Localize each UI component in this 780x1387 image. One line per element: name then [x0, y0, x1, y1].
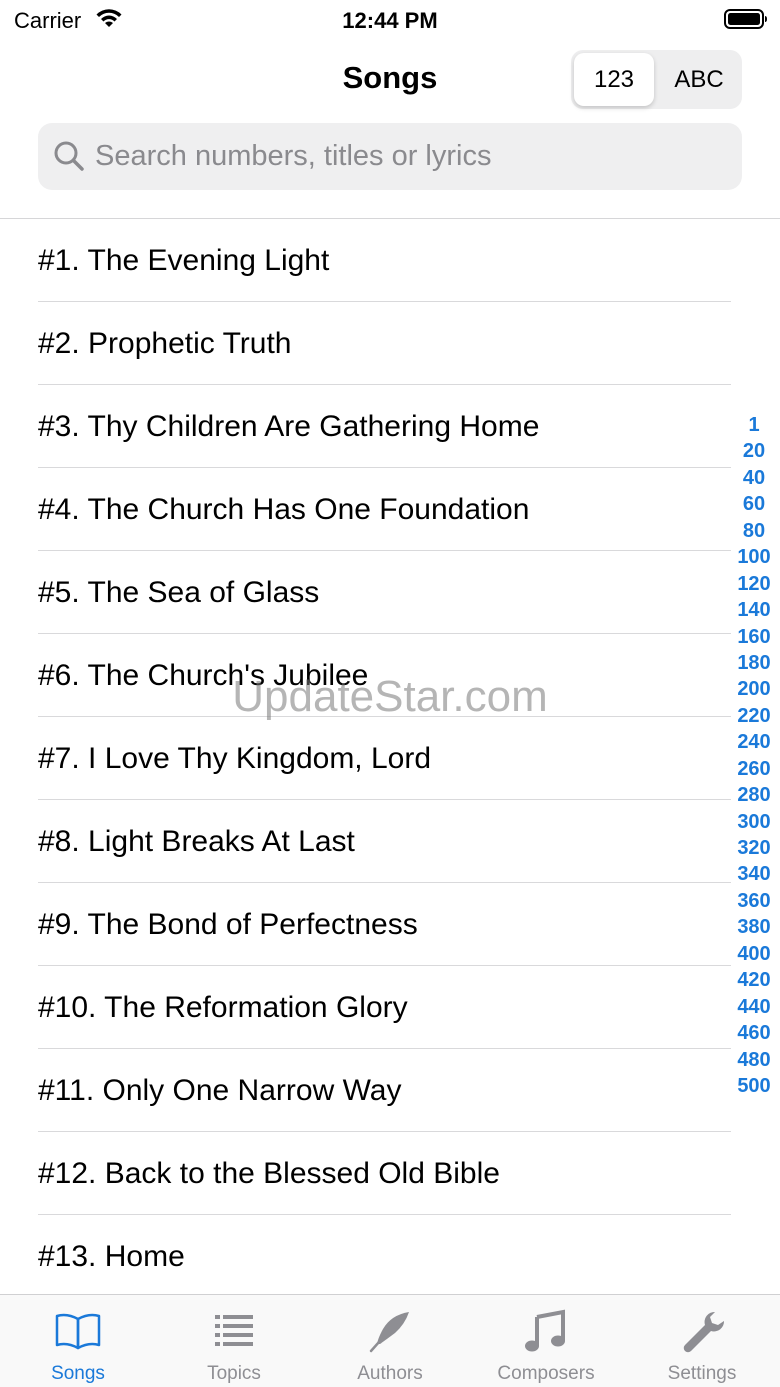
song-row[interactable]: #13. Home	[0, 1215, 740, 1294]
section-index[interactable]: 1 20 40 60 80 100 120 140 160 180 200 220 240 260 280 3…	[728, 412, 780, 1099]
song-title: #5. The Sea of Glass	[38, 576, 320, 609]
tab-bar: Songs Topics Authors Composers Settings	[0, 1294, 780, 1387]
tab-settings-label: Settings	[667, 1363, 737, 1384]
song-title: #1. The Evening Light	[38, 244, 330, 277]
index-item[interactable]: 440	[728, 994, 780, 1020]
song-title: #9. The Bond of Perfectness	[38, 908, 418, 941]
song-title: #11. Only One Narrow Way	[38, 1074, 402, 1107]
song-row[interactable]: #11. Only One Narrow Way	[0, 1049, 740, 1132]
tab-authors-label: Authors	[357, 1363, 423, 1384]
song-title: #7. I Love Thy Kingdom, Lord	[38, 742, 432, 775]
quill-icon	[369, 1312, 409, 1353]
song-title: #3. Thy Children Are Gathering Home	[38, 410, 540, 443]
sort-numeric-option[interactable]: 123	[574, 53, 654, 106]
index-item[interactable]: 380	[728, 914, 780, 940]
song-row[interactable]: #6. The Church's Jubilee	[0, 634, 740, 717]
song-title: #2. Prophetic Truth	[38, 327, 292, 360]
list-icon	[215, 1315, 253, 1346]
song-title: #10. The Reformation Glory	[38, 991, 408, 1024]
index-item[interactable]: 100	[728, 544, 780, 570]
index-item[interactable]: 20	[728, 438, 780, 464]
index-item[interactable]: 480	[728, 1047, 780, 1073]
song-row[interactable]: #7. I Love Thy Kingdom, Lord	[0, 717, 740, 800]
song-row[interactable]: #4. The Church Has One Foundation	[0, 468, 740, 551]
song-row[interactable]: #12. Back to the Blessed Old Bible	[0, 1132, 740, 1215]
index-item[interactable]: 180	[728, 650, 780, 676]
status-time: 12:44 PM	[342, 8, 438, 33]
index-item[interactable]: 240	[728, 729, 780, 755]
index-item[interactable]: 160	[728, 624, 780, 650]
index-item[interactable]: 1	[728, 412, 780, 438]
song-row[interactable]: #10. The Reformation Glory	[0, 966, 740, 1049]
index-item[interactable]: 340	[728, 861, 780, 887]
battery-icon	[724, 9, 767, 29]
song-row[interactable]: #1. The Evening Light	[0, 219, 740, 302]
index-item[interactable]: 360	[728, 888, 780, 914]
song-row[interactable]: #2. Prophetic Truth	[0, 302, 740, 385]
search-input[interactable]	[95, 123, 725, 190]
index-item[interactable]: 80	[728, 518, 780, 544]
index-item[interactable]: 280	[728, 782, 780, 808]
search-bar[interactable]	[38, 123, 742, 190]
search-icon	[54, 141, 84, 171]
index-item[interactable]: 200	[728, 676, 780, 702]
tab-composers[interactable]: Composers	[468, 1295, 624, 1387]
song-title: #8. Light Breaks At Last	[38, 825, 355, 858]
song-row[interactable]: #8. Light Breaks At Last	[0, 800, 740, 883]
tab-songs[interactable]: Songs	[0, 1295, 156, 1387]
song-title: #6. The Church's Jubilee	[38, 659, 369, 692]
song-title: #13. Home	[38, 1240, 185, 1273]
index-item[interactable]: 140	[728, 597, 780, 623]
song-row[interactable]: #5. The Sea of Glass	[0, 551, 740, 634]
book-icon	[55, 1313, 101, 1350]
index-item[interactable]: 40	[728, 465, 780, 491]
index-item[interactable]: 120	[728, 571, 780, 597]
index-item[interactable]: 460	[728, 1020, 780, 1046]
music-note-icon	[525, 1309, 565, 1352]
status-bar: Carrier 12:44 PM	[0, 0, 780, 40]
index-item[interactable]: 220	[728, 703, 780, 729]
index-item[interactable]: 400	[728, 941, 780, 967]
song-row[interactable]: #3. Thy Children Are Gathering Home	[0, 385, 740, 468]
tab-topics[interactable]: Topics	[156, 1295, 312, 1387]
index-item[interactable]: 260	[728, 756, 780, 782]
index-item[interactable]: 320	[728, 835, 780, 861]
tab-settings[interactable]: Settings	[624, 1295, 780, 1387]
tab-composers-label: Composers	[497, 1363, 595, 1384]
song-list[interactable]: #1. The Evening Light #2. Prophetic Truth…	[0, 219, 780, 1294]
index-item[interactable]: 300	[728, 809, 780, 835]
tab-songs-label: Songs	[51, 1363, 105, 1384]
sort-alpha-option[interactable]: ABC	[659, 53, 739, 106]
sort-toggle[interactable]: 123 ABC	[571, 50, 742, 109]
song-title: #12. Back to the Blessed Old Bible	[38, 1157, 500, 1190]
index-item[interactable]: 60	[728, 491, 780, 517]
song-title: #4. The Church Has One Foundation	[38, 493, 530, 526]
index-item[interactable]: 420	[728, 967, 780, 993]
index-item[interactable]: 500	[728, 1073, 780, 1099]
wrench-icon	[683, 1311, 725, 1353]
tab-topics-label: Topics	[207, 1363, 261, 1384]
tab-authors[interactable]: Authors	[312, 1295, 468, 1387]
song-row[interactable]: #9. The Bond of Perfectness	[0, 883, 740, 966]
